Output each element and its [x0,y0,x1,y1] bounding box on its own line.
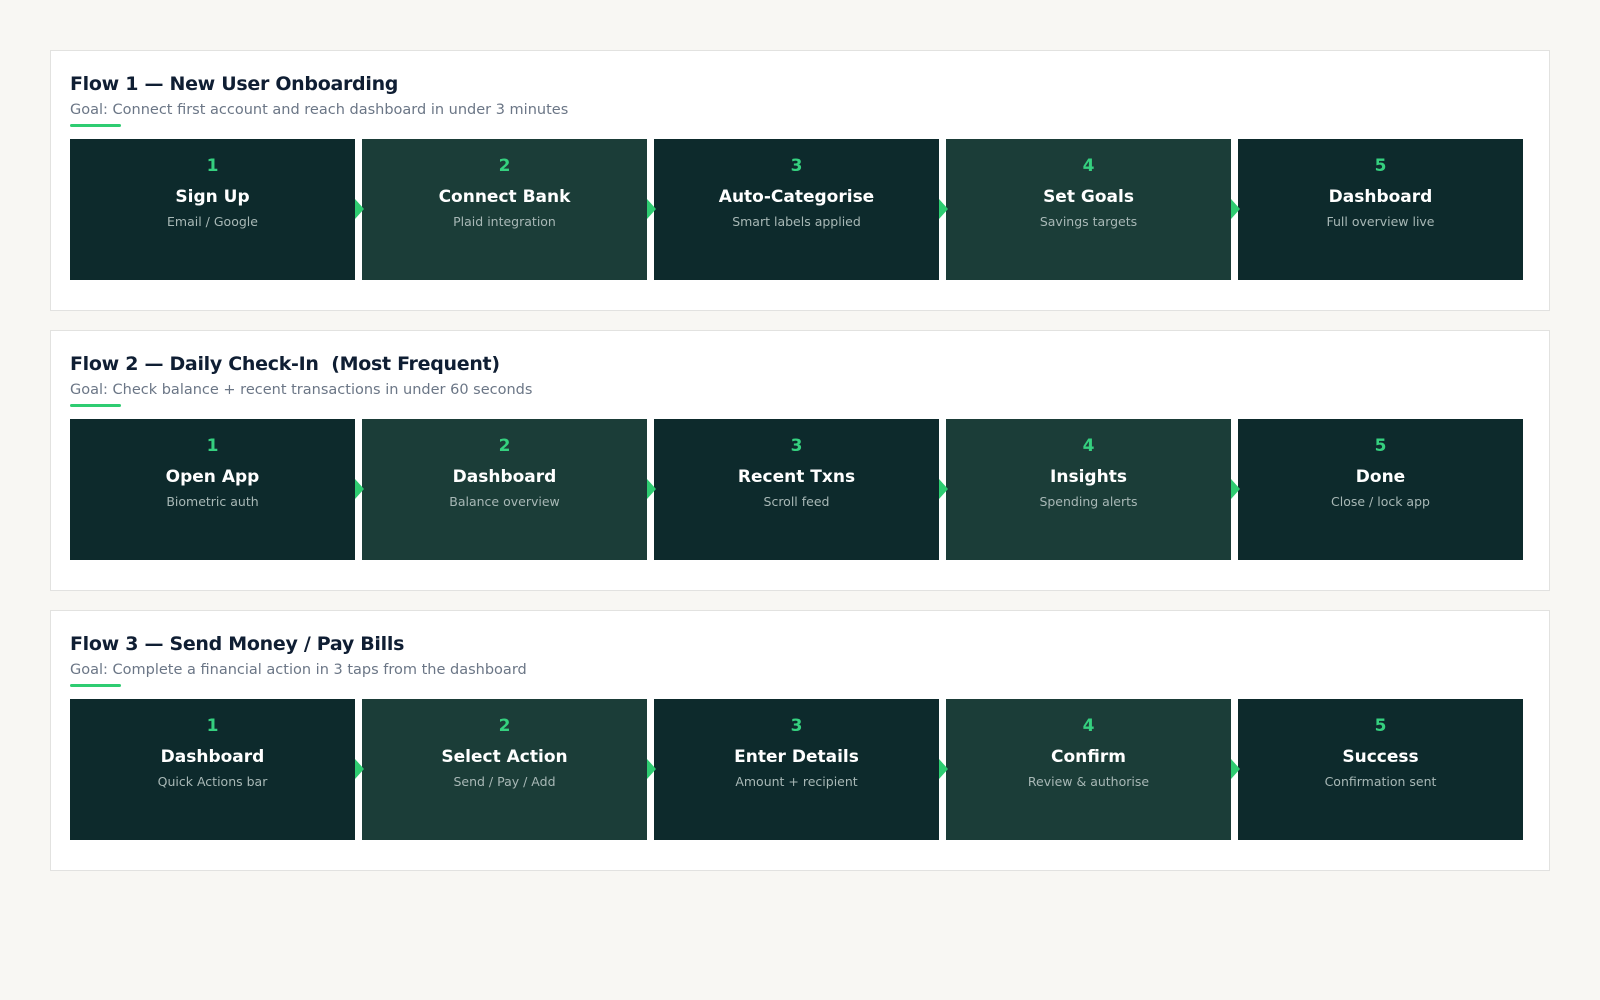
flow-step-insights: 4 Insights Spending alerts [946,419,1240,560]
step-subtitle: Quick Actions bar [157,774,268,789]
arrow-right-icon [355,479,364,499]
step-title: Dashboard [160,747,265,767]
step-number: 5 [1374,716,1387,736]
step-subtitle: Scroll feed [763,494,830,509]
flow-card-onboarding: Flow 1 — New User Onboarding Goal: Conne… [50,50,1550,311]
step-subtitle: Email / Google [167,214,258,229]
flow-step-connect-bank: 2 Connect Bank Plaid integration [362,139,656,280]
arrow-right-icon [1231,759,1240,779]
step-number: 4 [1082,716,1095,736]
flow-step-recent-txns: 3 Recent Txns Scroll feed [654,419,948,560]
flow-goal: Goal: Complete a financial action in 3 t… [70,662,527,678]
goal-underline [70,404,121,407]
flow-step-success: 5 Success Confirmation sent [1238,699,1523,840]
page: Flow 1 — New User Onboarding Goal: Conne… [0,0,1600,1000]
step-subtitle: Confirmation sent [1324,774,1437,789]
step-subtitle: Smart labels applied [732,214,861,229]
goal-underline [70,684,121,687]
step-number: 4 [1082,436,1095,456]
flow-goal: Goal: Connect first account and reach da… [70,102,569,118]
step-number: 3 [790,716,803,736]
flow-goal: Goal: Check balance + recent transaction… [70,382,533,398]
step-subtitle: Savings targets [1039,214,1138,229]
arrow-right-icon [939,759,948,779]
step-title: Insights [1050,467,1127,487]
flow-step-dashboard: 1 Dashboard Quick Actions bar [70,699,364,840]
flow-step-auto-categorise: 3 Auto-Categorise Smart labels applied [654,139,948,280]
arrow-right-icon [1231,199,1240,219]
flow-step-select-action: 2 Select Action Send / Pay / Add [362,699,656,840]
step-number: 2 [498,716,511,736]
step-number: 4 [1082,156,1095,176]
step-title: Connect Bank [438,187,571,207]
flow-step-set-goals: 4 Set Goals Savings targets [946,139,1240,280]
step-subtitle: Spending alerts [1039,494,1138,509]
flow-step-done: 5 Done Close / lock app [1238,419,1523,560]
step-title: Sign Up [175,187,250,207]
step-title: Select Action [441,747,568,767]
arrow-right-icon [355,199,364,219]
step-title: Success [1342,747,1419,767]
step-title: Set Goals [1043,187,1134,207]
step-number: 5 [1374,436,1387,456]
step-title: Recent Txns [737,467,856,487]
step-subtitle: Balance overview [449,494,560,509]
step-subtitle: Full overview live [1326,214,1435,229]
flow-step-dashboard: 2 Dashboard Balance overview [362,419,656,560]
step-subtitle: Send / Pay / Add [453,774,556,789]
flow-step-dashboard: 5 Dashboard Full overview live [1238,139,1523,280]
flow-step-enter-details: 3 Enter Details Amount + recipient [654,699,948,840]
step-title: Auto-Categorise [718,187,875,207]
step-number: 2 [498,156,511,176]
flow-title: Flow 2 — Daily Check-In (Most Frequent) [70,353,500,375]
flow-steps: 1 Dashboard Quick Actions bar 2 Select A… [70,699,1530,840]
arrow-right-icon [647,759,656,779]
step-title: Dashboard [1328,187,1433,207]
flow-step-sign-up: 1 Sign Up Email / Google [70,139,364,280]
flow-card-daily-check-in: Flow 2 — Daily Check-In (Most Frequent) … [50,330,1550,591]
arrow-right-icon [939,199,948,219]
step-number: 2 [498,436,511,456]
flow-step-confirm: 4 Confirm Review & authorise [946,699,1240,840]
step-title: Dashboard [452,467,557,487]
step-subtitle: Amount + recipient [735,774,858,789]
goal-underline [70,124,121,127]
step-title: Open App [165,467,260,487]
arrow-right-icon [647,479,656,499]
step-subtitle: Plaid integration [453,214,556,229]
step-number: 1 [206,716,219,736]
step-number: 1 [206,436,219,456]
step-subtitle: Biometric auth [166,494,259,509]
flow-card-send-money: Flow 3 — Send Money / Pay Bills Goal: Co… [50,610,1550,871]
step-title: Done [1355,467,1406,487]
arrow-right-icon [939,479,948,499]
step-title: Enter Details [734,747,859,767]
step-subtitle: Review & authorise [1027,774,1150,789]
flow-step-open-app: 1 Open App Biometric auth [70,419,364,560]
arrow-right-icon [355,759,364,779]
flow-steps: 1 Open App Biometric auth 2 Dashboard Ba… [70,419,1530,560]
step-subtitle: Close / lock app [1331,494,1430,509]
arrow-right-icon [647,199,656,219]
step-number: 3 [790,156,803,176]
arrow-right-icon [1231,479,1240,499]
step-number: 5 [1374,156,1387,176]
flow-title: Flow 1 — New User Onboarding [70,73,399,95]
step-title: Confirm [1051,747,1126,767]
flow-title: Flow 3 — Send Money / Pay Bills [70,633,405,655]
step-number: 3 [790,436,803,456]
flow-steps: 1 Sign Up Email / Google 2 Connect Bank … [70,139,1530,280]
step-number: 1 [206,156,219,176]
